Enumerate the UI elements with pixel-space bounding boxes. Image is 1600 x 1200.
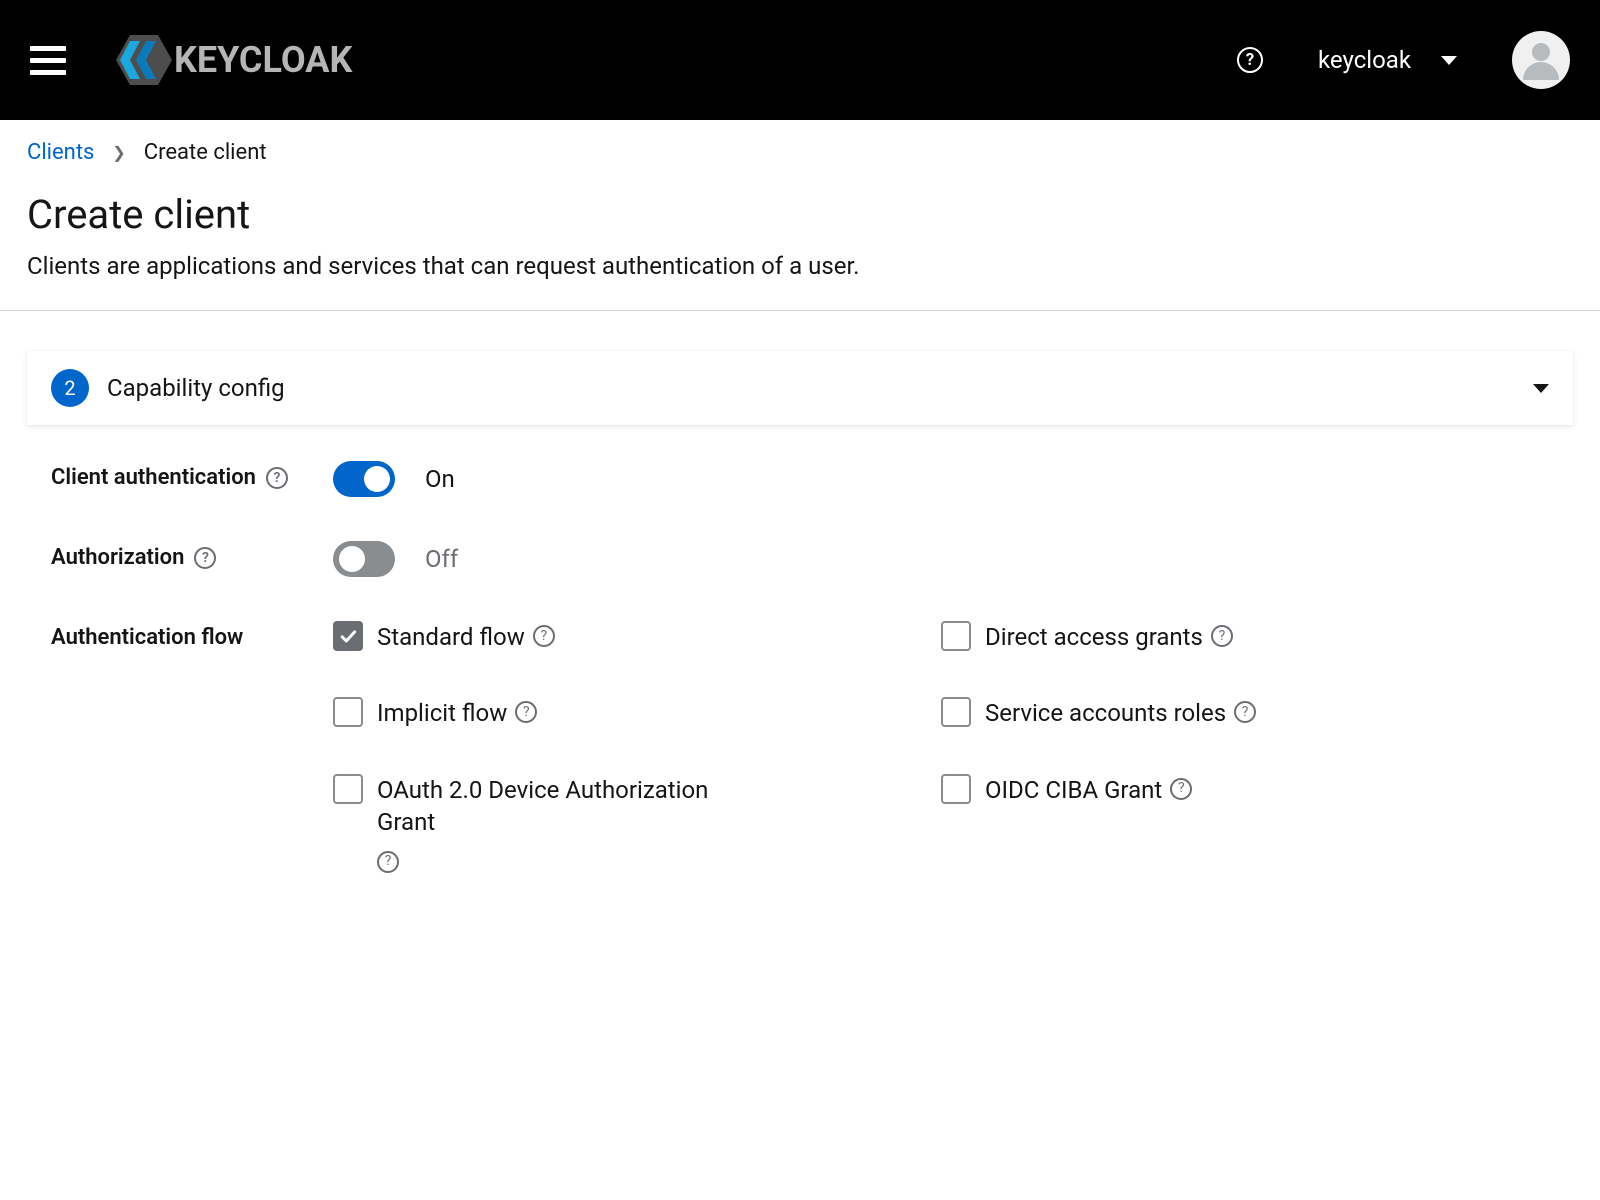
- capability-form: Client authentication ? On Authorization…: [27, 461, 1573, 873]
- user-avatar[interactable]: [1512, 31, 1570, 89]
- help-icon[interactable]: ?: [1234, 701, 1256, 723]
- page-title: Create client: [27, 191, 1573, 238]
- help-icon[interactable]: ?: [1211, 625, 1233, 647]
- realm-selector[interactable]: keycloak: [1318, 46, 1457, 74]
- wizard-step-number: 2: [51, 369, 89, 407]
- checkbox-item-oauth-device-grant: OAuth 2.0 Device Authorization Grant ?: [333, 774, 941, 873]
- control-authorization: Off: [333, 541, 1549, 577]
- checkbox-direct-access-grants[interactable]: [941, 621, 971, 651]
- header-right: ? keycloak: [1237, 31, 1570, 89]
- chevron-right-icon: ❯: [112, 143, 125, 162]
- chevron-down-icon: [1533, 384, 1549, 393]
- checkbox-service-accounts-roles[interactable]: [941, 697, 971, 727]
- checkbox-label: Implicit flow ?: [377, 697, 537, 729]
- help-icon[interactable]: ?: [266, 467, 288, 489]
- switch-client-authentication[interactable]: [333, 461, 395, 497]
- menu-toggle-button[interactable]: [30, 46, 66, 75]
- label-authorization: Authorization ?: [51, 541, 333, 570]
- checkbox-label: OAuth 2.0 Device Authorization Grant ?: [377, 774, 757, 873]
- checkbox-label: Service accounts roles ?: [985, 697, 1256, 729]
- page-subtitle: Clients are applications and services th…: [27, 252, 1573, 280]
- help-icon[interactable]: ?: [194, 547, 216, 569]
- breadcrumb-current: Create client: [144, 140, 267, 165]
- row-authorization: Authorization ? Off: [51, 541, 1549, 577]
- wizard-step-left: 2 Capability config: [51, 369, 285, 407]
- label-authentication-flow: Authentication flow: [51, 621, 333, 650]
- header-left: KEYCLOAK: [30, 35, 352, 85]
- checkbox-item-oidc-ciba-grant: OIDC CIBA Grant ?: [941, 774, 1549, 873]
- switch-authorization[interactable]: [333, 541, 395, 577]
- check-icon: [338, 626, 358, 646]
- keycloak-logo-icon: [116, 35, 172, 85]
- app-header: KEYCLOAK ? keycloak: [0, 0, 1600, 120]
- help-icon[interactable]: ?: [515, 701, 537, 723]
- help-icon[interactable]: ?: [1170, 778, 1192, 800]
- control-client-authentication: On: [333, 461, 1549, 497]
- checkbox-oidc-ciba-grant[interactable]: [941, 774, 971, 804]
- checkbox-item-standard-flow: Standard flow ?: [333, 621, 941, 653]
- row-authentication-flow: Authentication flow Standard flow ? Dire…: [51, 621, 1549, 873]
- checkbox-label: OIDC CIBA Grant ?: [985, 774, 1192, 806]
- page-header: Create client Clients are applications a…: [0, 165, 1600, 310]
- realm-name: keycloak: [1318, 46, 1411, 74]
- switch-value-authorization: Off: [425, 545, 458, 573]
- checkbox-item-service-accounts-roles: Service accounts roles ?: [941, 697, 1549, 729]
- authentication-flow-grid: Standard flow ? Direct access grants ? I…: [333, 621, 1549, 873]
- checkbox-implicit-flow[interactable]: [333, 697, 363, 727]
- breadcrumb: Clients ❯ Create client: [0, 120, 1600, 165]
- checkbox-label: Standard flow ?: [377, 621, 555, 653]
- checkbox-standard-flow[interactable]: [333, 621, 363, 651]
- label-client-authentication: Client authentication ?: [51, 461, 333, 490]
- chevron-down-icon: [1441, 56, 1457, 65]
- switch-value-client-authentication: On: [425, 465, 455, 493]
- help-icon[interactable]: ?: [1237, 47, 1263, 73]
- avatar-icon: [1517, 36, 1565, 84]
- logo[interactable]: KEYCLOAK: [116, 35, 352, 85]
- wizard-step-title: Capability config: [107, 374, 285, 402]
- help-icon[interactable]: ?: [377, 851, 399, 873]
- checkbox-label: Direct access grants ?: [985, 621, 1233, 653]
- breadcrumb-parent-link[interactable]: Clients: [27, 140, 94, 165]
- wizard-container: 2 Capability config Client authenticatio…: [0, 311, 1600, 873]
- checkbox-oauth-device-grant[interactable]: [333, 774, 363, 804]
- row-client-authentication: Client authentication ? On: [51, 461, 1549, 497]
- wizard-step-toggle[interactable]: 2 Capability config: [27, 351, 1573, 425]
- checkbox-item-implicit-flow: Implicit flow ?: [333, 697, 941, 729]
- logo-text: KEYCLOAK: [174, 39, 352, 81]
- checkbox-item-direct-access-grants: Direct access grants ?: [941, 621, 1549, 653]
- help-icon[interactable]: ?: [533, 625, 555, 647]
